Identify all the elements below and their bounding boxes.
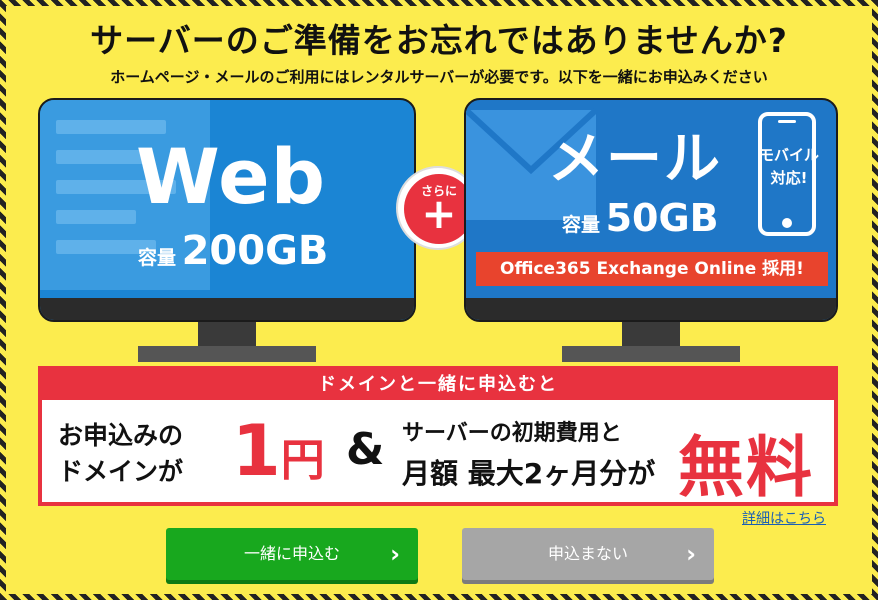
chevron-right-icon: › [390, 540, 400, 568]
chevron-right-icon: › [686, 540, 696, 568]
web-monitor-neck [198, 322, 256, 348]
web-capacity-label: 容量 [138, 247, 177, 269]
offer-price: 1円 [232, 410, 325, 492]
skip-button[interactable]: 申込まない › [462, 528, 714, 580]
mail-capacity-value: 50GB [605, 196, 719, 240]
mobile-support-label: モバイル 対応! [758, 146, 819, 187]
web-capacity: 容量 200GB [138, 228, 328, 274]
mail-monitor-neck [622, 322, 680, 348]
web-monitor: Web 容量 200GB [38, 98, 416, 364]
mail-monitor-base [562, 346, 740, 362]
domain-offer-box: ドメインと一緒に申込むと お申込みの ドメインが 1円 & サーバーの初期費用と… [38, 366, 838, 506]
offer-ampersand: & [346, 424, 385, 475]
subheadline: ホームページ・メールのご利用にはレンタルサーバーが必要です。以下を一緒にお申込み… [110, 68, 768, 86]
web-capacity-value: 200GB [181, 228, 329, 274]
web-monitor-base [138, 346, 316, 362]
mail-capacity-label: 容量 [562, 214, 601, 236]
mail-title: メール [548, 127, 722, 192]
mail-monitor-screen: メール 容量 50GB モバイル 対応! Office365 Exchange … [464, 98, 838, 322]
offer-header: ドメインと一緒に申込むと [42, 370, 834, 400]
apply-together-label: 一緒に申込む [243, 544, 340, 563]
web-monitor-screen: Web 容量 200GB [38, 98, 416, 322]
web-title: Web [136, 132, 327, 221]
headline: サーバーのご準備をお忘れではありませんか? [90, 21, 788, 60]
skip-label: 申込まない [547, 544, 628, 563]
mail-monitor-bezel [466, 298, 836, 320]
mail-monitor: メール 容量 50GB モバイル 対応! Office365 Exchange … [464, 98, 838, 364]
web-monitor-bezel [40, 298, 414, 320]
apply-together-button[interactable]: 一緒に申込む › [166, 528, 418, 580]
offer-server-text: サーバーの初期費用と 月額 最大2ヶ月分が [402, 421, 656, 490]
office365-banner: Office365 Exchange Online 採用! [476, 252, 828, 286]
offer-price-unit: 円 [280, 435, 325, 486]
details-link[interactable]: 詳細はこちら [742, 508, 826, 528]
offer-free-label: 無料 [678, 429, 814, 506]
offer-price-number: 1 [232, 410, 281, 492]
offer-domain-text: お申込みの ドメインが [58, 421, 184, 486]
mail-capacity: 容量 50GB [562, 196, 719, 240]
